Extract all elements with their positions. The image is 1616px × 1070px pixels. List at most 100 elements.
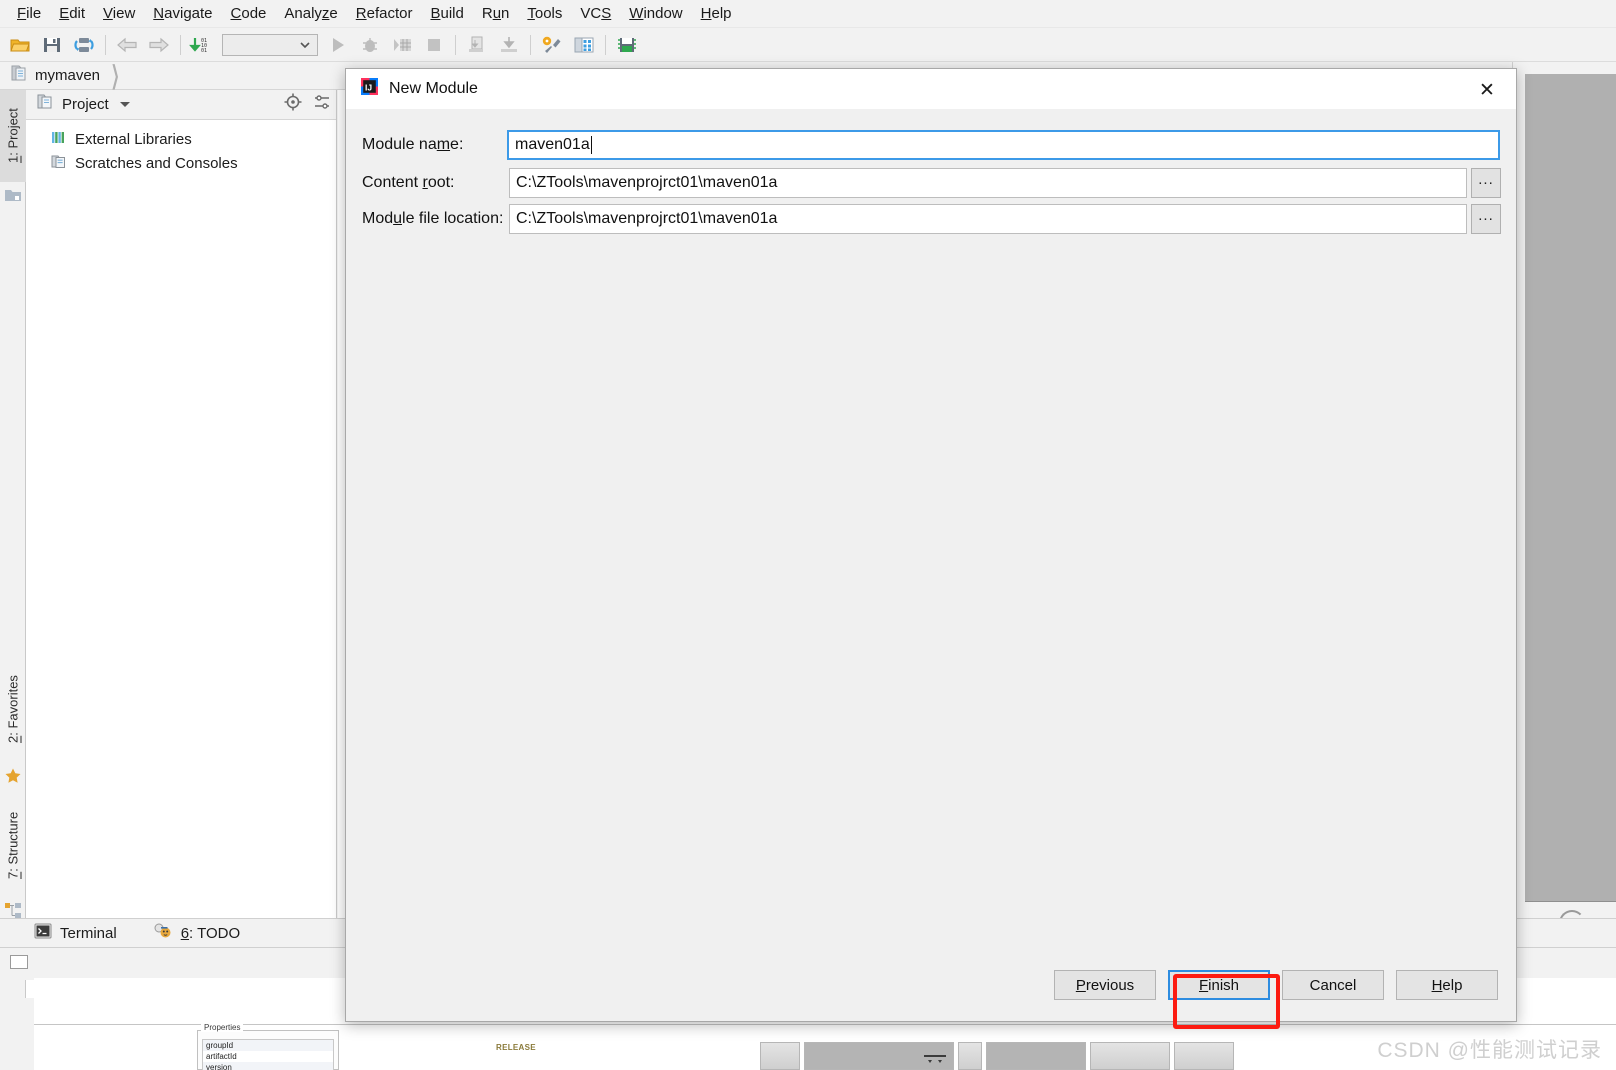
external-libraries-icon <box>50 129 67 150</box>
run-coverage-icon[interactable] <box>386 31 418 59</box>
toolbar-separator <box>455 34 456 55</box>
tree-item-label: Scratches and Consoles <box>75 154 238 172</box>
menu-item-tools[interactable]: Tools <box>518 3 571 24</box>
tree-item-scratches-and-consoles[interactable]: Scratches and Consoles <box>26 151 336 175</box>
module-file-location-input[interactable]: C:\ZTools\mavenprojrct01\maven01a <box>509 204 1467 234</box>
commit-icon[interactable] <box>493 31 525 59</box>
bg-panel-segment <box>1090 1042 1170 1070</box>
dialog-title-bar: IJ New Module <box>346 69 1516 109</box>
status-indicator-icon <box>10 955 28 969</box>
resize-handle[interactable] <box>922 1051 948 1063</box>
chevron-down-icon[interactable] <box>119 102 130 107</box>
menu-item-help[interactable]: Help <box>692 3 741 24</box>
project-structure-icon[interactable] <box>568 31 600 59</box>
text-caret <box>590 136 592 154</box>
list-item: artifactId <box>206 1052 237 1061</box>
intellij-idea-window: File Edit View Navigate Code Analyze Ref… <box>0 0 1616 1070</box>
bg-panel-segment <box>760 1042 800 1070</box>
properties-list: groupId artifactId version archetypeGrou… <box>202 1039 334 1070</box>
properties-legend: Properties <box>201 1023 244 1032</box>
menu-item-analyze[interactable]: Analyze <box>275 3 346 24</box>
project-tree: External Libraries Scratches and Console… <box>26 120 336 175</box>
save-all-icon[interactable] <box>36 31 68 59</box>
breadcrumb-project-name[interactable]: mymaven <box>35 67 100 84</box>
bg-panel-segment <box>1174 1042 1234 1070</box>
finish-button[interactable]: Finish <box>1168 970 1270 1000</box>
watermark: CSDN @性能测试记录 <box>1377 1039 1602 1062</box>
debug-icon[interactable] <box>354 31 386 59</box>
divider <box>34 1024 1616 1025</box>
forward-arrow-icon[interactable] <box>143 31 175 59</box>
sidebar-item-structure[interactable]: 7: Structure <box>0 790 26 900</box>
module-name-value: maven01a <box>515 136 590 153</box>
project-tool-window: Project External Libraries Scratches and… <box>26 90 337 998</box>
menu-item-edit[interactable]: Edit <box>50 3 94 24</box>
menu-item-view[interactable]: View <box>94 3 144 24</box>
cancel-button[interactable]: Cancel <box>1282 970 1384 1000</box>
bg-panel-segment <box>986 1042 1086 1070</box>
menu-bar: File Edit View Navigate Code Analyze Ref… <box>0 0 1616 28</box>
sync-refresh-icon[interactable] <box>68 31 100 59</box>
sidebar-item-favorites[interactable]: 2: Favorites <box>0 655 26 763</box>
release-label: RELEASE <box>496 1043 536 1052</box>
bottom-item-todo[interactable]: 6: TODO <box>153 923 240 943</box>
module-icon <box>10 64 28 87</box>
bg-panel-segment <box>958 1042 982 1070</box>
compile-icon[interactable]: 01 10 01 <box>186 31 218 59</box>
open-folder-icon[interactable] <box>4 31 36 59</box>
project-panel-title: Project <box>62 96 109 113</box>
content-root-browse-button[interactable]: ... <box>1471 168 1501 198</box>
module-file-location-label: Module file location: <box>362 210 504 227</box>
close-icon[interactable]: ✕ <box>1466 77 1508 103</box>
tree-item-external-libraries[interactable]: External Libraries <box>26 127 336 151</box>
bottom-item-terminal[interactable]: Terminal <box>34 923 117 943</box>
toolbar-separator <box>605 34 606 55</box>
toolbar-separator <box>530 34 531 55</box>
run-configurations-combo[interactable] <box>222 33 318 56</box>
bottom-item-label: Terminal <box>60 924 117 942</box>
module-file-location-browse-button[interactable]: ... <box>1471 204 1501 234</box>
stop-icon[interactable] <box>418 31 450 59</box>
collapse-all-icon[interactable] <box>314 93 330 116</box>
content-root-label: Content root: <box>362 174 455 191</box>
menu-item-file[interactable]: File <box>8 3 50 24</box>
content-root-input[interactable]: C:\ZTools\mavenprojrct01\maven01a <box>509 168 1467 198</box>
menu-item-refactor[interactable]: Refactor <box>347 3 422 24</box>
scratches-icon <box>50 153 67 174</box>
dialog-body: Module name: maven01a Content root: C:\Z… <box>346 109 1516 949</box>
toolbar-separator <box>180 34 181 55</box>
list-item: groupId <box>203 1040 333 1051</box>
list-item: version <box>203 1062 333 1070</box>
menu-item-vcs[interactable]: VCS <box>571 3 620 24</box>
run-icon[interactable] <box>322 31 354 59</box>
menu-item-navigate[interactable]: Navigate <box>144 3 221 24</box>
main-toolbar: 01 10 01 <box>0 28 1616 62</box>
dialog-title: New Module <box>389 79 478 97</box>
bottom-item-label: : TODO <box>189 924 241 942</box>
menu-item-build[interactable]: Build <box>421 3 472 24</box>
right-side-panel <box>1512 62 1616 1022</box>
dialog-footer: Previous Finish Cancel Help <box>346 949 1516 1021</box>
star-icon[interactable] <box>4 767 22 785</box>
menu-item-code[interactable]: Code <box>222 3 276 24</box>
toolbar-separator <box>105 34 106 55</box>
new-module-dialog: IJ New Module ✕ Module name: maven01a Co… <box>345 68 1517 1022</box>
help-button[interactable]: Help <box>1396 970 1498 1000</box>
project-window-icon[interactable] <box>4 186 22 204</box>
target-locate-icon[interactable] <box>284 93 302 116</box>
previous-button[interactable]: Previous <box>1054 970 1156 1000</box>
menu-item-window[interactable]: Window <box>620 3 691 24</box>
terminal-icon <box>34 923 52 943</box>
chevron-right-icon: ❯ <box>110 60 120 90</box>
svg-text:IJ: IJ <box>365 82 372 92</box>
left-tool-window-bar: 1: Project 2: Favorites 7: Structure <box>0 90 26 998</box>
project-view-icon <box>36 93 54 116</box>
update-project-icon[interactable] <box>461 31 493 59</box>
back-arrow-icon[interactable] <box>111 31 143 59</box>
module-name-label: Module name: <box>362 136 464 153</box>
module-name-input[interactable]: maven01a <box>507 130 1500 160</box>
settings-wrench-icon[interactable] <box>536 31 568 59</box>
sidebar-item-project[interactable]: 1: Project <box>0 90 26 182</box>
sdk-manager-icon[interactable] <box>611 31 643 59</box>
menu-item-run[interactable]: Run <box>473 3 519 24</box>
